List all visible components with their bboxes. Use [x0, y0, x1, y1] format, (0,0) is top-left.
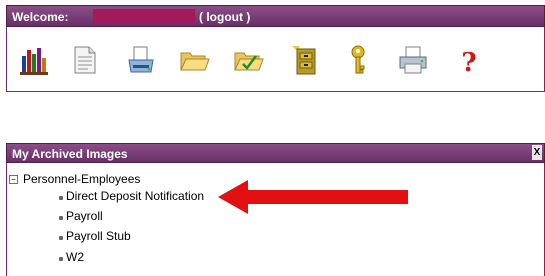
tree-item-label: Direct Deposit Notification: [66, 189, 205, 203]
logout-link[interactable]: ( logout ): [199, 10, 250, 24]
tree-root-label: Personnel-Employees: [23, 172, 141, 186]
bullet-icon: [59, 196, 63, 200]
open-folder-icon[interactable]: [178, 44, 210, 76]
bullet-icon: [59, 257, 63, 261]
svg-text:?: ?: [461, 48, 476, 76]
bullet-icon: [59, 216, 63, 220]
archived-images-panel-header: My Archived Images X: [6, 143, 545, 163]
tree-item-label: Payroll Stub: [66, 229, 131, 243]
toolbar: ?: [6, 27, 545, 92]
tree-item-direct-deposit-notification[interactable]: Direct Deposit Notification: [59, 189, 204, 203]
annotation-arrow: [218, 180, 408, 214]
welcome-bar: Welcome: ( logout ): [6, 5, 545, 27]
tree-item-label: W2: [66, 250, 84, 264]
welcome-label: Welcome:: [12, 10, 69, 24]
tree-item-payroll[interactable]: Payroll: [59, 209, 103, 223]
tree-item-label: Payroll: [66, 209, 103, 223]
scanner-icon[interactable]: [125, 44, 157, 76]
tree-item-payroll-stub[interactable]: Payroll Stub: [59, 229, 131, 243]
help-icon[interactable]: ?: [453, 44, 485, 76]
bullet-icon: [59, 236, 63, 240]
printer-icon[interactable]: [397, 44, 429, 76]
redacted-username: [93, 9, 195, 24]
collapse-toggle-icon[interactable]: −: [9, 174, 18, 184]
close-icon[interactable]: X: [532, 145, 542, 160]
panel-title: My Archived Images: [12, 147, 128, 161]
key-icon[interactable]: [342, 44, 374, 76]
checked-folder-icon[interactable]: [232, 44, 264, 76]
document-icon[interactable]: [68, 44, 100, 76]
tree-root-personnel-employees[interactable]: − Personnel-Employees: [9, 172, 140, 186]
library-icon[interactable]: [18, 44, 50, 76]
archive-cabinet-icon[interactable]: [288, 44, 320, 76]
tree-item-w2[interactable]: W2: [59, 250, 84, 264]
